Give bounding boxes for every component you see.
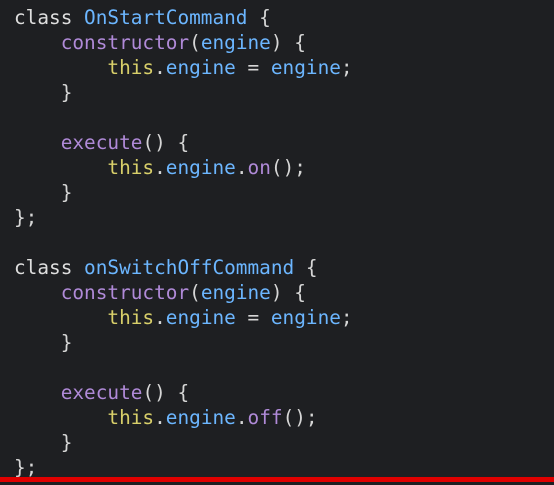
code-token: } (14, 331, 73, 354)
code-token: } (14, 81, 73, 104)
code-token: (); (270, 156, 306, 179)
code-token: engine (270, 56, 341, 79)
code-block: class OnStartCommand { constructor(engin… (14, 5, 353, 480)
code-token: this (107, 406, 155, 429)
code-token: this (107, 156, 155, 179)
code-line: class onSwitchOffCommand { (14, 255, 353, 280)
code-token: execute (60, 381, 143, 404)
code-token: constructor (60, 281, 190, 304)
code-token: engine (165, 406, 236, 429)
code-token: . (235, 156, 248, 179)
code-line: constructor(engine) { (14, 30, 353, 55)
code-token: OnStartCommand (84, 6, 248, 29)
code-line: ​ (14, 230, 353, 255)
code-token: (); (282, 406, 318, 429)
code-line: } (14, 80, 353, 105)
code-token: } (14, 181, 73, 204)
code-line: } (14, 180, 353, 205)
code-line: ​ (14, 355, 353, 380)
code-token: engine (200, 281, 271, 304)
code-token: . (154, 306, 166, 329)
code-line: constructor(engine) { (14, 280, 353, 305)
video-progress-fill (0, 477, 554, 482)
code-token: on (247, 156, 271, 179)
code-token: class (14, 256, 85, 279)
code-token: execute (60, 131, 143, 154)
code-line: this.engine = engine; (14, 55, 353, 80)
code-token: ) { (270, 281, 306, 304)
code-token: ) { (270, 31, 306, 54)
code-line: this.engine.off(); (14, 405, 353, 430)
code-token: off (247, 406, 283, 429)
code-token: ; (340, 306, 353, 329)
code-line: this.engine = engine; (14, 305, 353, 330)
code-token: }; (14, 206, 38, 229)
code-line: }; (14, 205, 353, 230)
code-token: this (107, 306, 155, 329)
code-token: engine (165, 156, 236, 179)
code-line: execute() { (14, 380, 353, 405)
code-line: } (14, 430, 353, 455)
code-token: ( (189, 281, 201, 304)
code-token: class (14, 6, 85, 29)
code-token: ( (189, 31, 201, 54)
code-token: { (294, 256, 318, 279)
code-line: } (14, 330, 353, 355)
code-token: = (235, 56, 271, 79)
code-token: } (14, 431, 73, 454)
code-token: engine (270, 306, 341, 329)
code-token: = (235, 306, 271, 329)
code-token: constructor (60, 31, 190, 54)
code-line: this.engine.on(); (14, 155, 353, 180)
code-token: this (107, 56, 155, 79)
code-token: . (154, 56, 166, 79)
code-token: . (154, 156, 166, 179)
code-token: . (235, 406, 248, 429)
code-token: () { (142, 131, 190, 154)
code-token: . (154, 406, 166, 429)
code-editor: class OnStartCommand { constructor(engin… (0, 0, 554, 485)
code-token: engine (165, 56, 236, 79)
code-token: engine (165, 306, 236, 329)
video-progress-bar[interactable] (0, 477, 554, 482)
code-line: ​ (14, 105, 353, 130)
code-token: () { (142, 381, 190, 404)
code-token: engine (200, 31, 271, 54)
code-line: execute() { (14, 130, 353, 155)
code-token: ; (340, 56, 353, 79)
code-token: { (247, 6, 271, 29)
code-token: onSwitchOffCommand (84, 256, 295, 279)
code-line: class OnStartCommand { (14, 5, 353, 30)
code-token: }; (14, 456, 38, 479)
